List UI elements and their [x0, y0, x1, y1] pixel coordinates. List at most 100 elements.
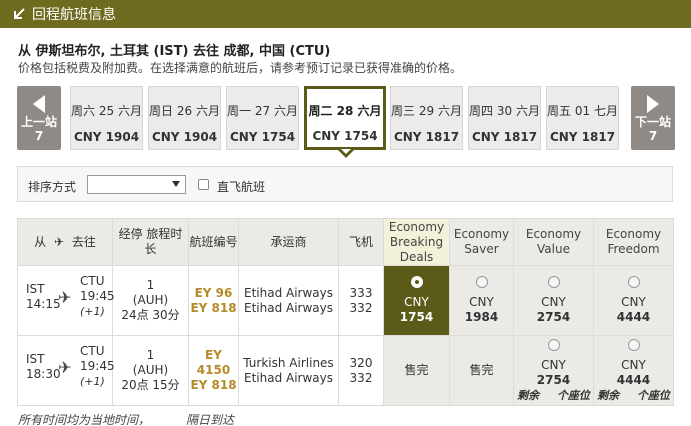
day-tab[interactable]: 周六 25 六月 CNY 1904 — [70, 86, 143, 150]
fare-option[interactable]: CNY 1984 — [449, 265, 514, 336]
carrier-name: Etihad Airways — [243, 370, 333, 385]
day-date: 周四 30 六月 — [469, 104, 540, 118]
seats-unit-label: 个座位 — [636, 388, 670, 402]
aircraft-cell: 333 332 — [338, 265, 384, 336]
prev-week-button[interactable]: 上一站 7 — [17, 86, 61, 150]
arr-airport: CTU — [80, 273, 105, 288]
next-week-button[interactable]: 下一站 7 — [631, 86, 675, 150]
next-week-label: 下一站 — [634, 115, 671, 129]
day-price: CNY 1904 — [73, 130, 140, 144]
aircraft-type: 333 — [349, 285, 373, 300]
section-title: 回程航班信息 — [32, 7, 116, 23]
arr-time: 19:45 — [80, 288, 115, 303]
day-tab-selected[interactable]: 周二 28 六月 CNY 1754 — [304, 86, 386, 150]
flight-no-link[interactable]: EY 4150 — [197, 348, 230, 377]
flight-no-cell: EY 4150 EY 818 — [188, 335, 239, 406]
fare-radio[interactable] — [627, 276, 640, 288]
day-date: 周五 01 七月 — [547, 104, 618, 118]
fare-price: 1984 — [464, 310, 499, 324]
fare-radio[interactable] — [475, 276, 488, 288]
fare-currency: CNY — [621, 295, 646, 309]
footnote-local-time: 所有时间均为当地时间， — [18, 413, 151, 426]
col-from: 从 — [34, 234, 47, 249]
sold-out-label: 售完 — [404, 363, 429, 377]
arrow-right-icon — [647, 95, 659, 113]
duration: 24点 30分 — [121, 308, 180, 322]
carrier-name: Etihad Airways — [243, 285, 333, 300]
fare-currency: CNY — [621, 357, 646, 372]
day-tab[interactable]: 周日 26 六月 CNY 1904 — [148, 86, 221, 150]
aircraft-cell: 320 332 — [338, 335, 384, 406]
nonstop-checkbox[interactable] — [198, 179, 209, 190]
seats-left-label: 剩余 — [597, 388, 620, 402]
fare-price: 2754 — [536, 372, 571, 387]
seats-unit-label: 个座位 — [556, 388, 590, 402]
aircraft-type: 320 — [349, 355, 373, 370]
dep-airport: IST — [26, 351, 45, 366]
dep-time: 18:30 — [26, 366, 61, 381]
fare-currency: CNY — [541, 357, 566, 372]
fare-radio[interactable] — [547, 276, 560, 288]
stops-via: (AUH) — [132, 363, 169, 377]
table-row: IST 18:30 ✈ CTU 19:45 (+1) 1 (AUH) 20点 15分 … — [17, 335, 674, 406]
dep-time: 14:15 — [26, 296, 61, 311]
sort-select[interactable] — [87, 175, 186, 194]
day-tab[interactable]: 周一 27 六月 CNY 1754 — [226, 86, 299, 150]
flight-no-link[interactable]: EY 818 — [190, 378, 236, 392]
day-tab[interactable]: 周四 30 六月 CNY 1817 — [468, 86, 541, 150]
fare-option-selected[interactable]: CNY 1754 — [383, 265, 450, 336]
arr-time: 19:45 — [80, 358, 115, 373]
fare-option[interactable]: CNY 4444 剩余 个座位 — [593, 335, 674, 406]
fare-currency: CNY — [541, 295, 566, 309]
col-to: 去往 — [71, 234, 96, 249]
col-flight-no: 航班编号 — [188, 218, 239, 266]
fare-price: 4444 — [616, 310, 651, 324]
dep-airport: IST — [26, 281, 45, 296]
fare-sold-out: 售完 — [383, 335, 450, 406]
col-fare-freedom: Economy Freedom — [593, 218, 674, 266]
stops-cell: 1 (AUH) 20点 15分 — [112, 335, 189, 406]
fare-radio[interactable] — [547, 338, 560, 351]
prev-week-label: 上一站 — [20, 115, 57, 129]
from-to-cell: IST 14:15 ✈ CTU 19:45 (+1) — [17, 265, 115, 336]
col-stops: 经停 旅程时长 — [112, 218, 189, 266]
carrier-cell: Etihad Airways Etihad Airways — [238, 265, 339, 336]
day-price: CNY 1754 — [312, 129, 378, 143]
flights-table: 从 ✈ 去往 经停 旅程时长 航班编号 承运商 飞机 Economy Break… — [17, 218, 674, 406]
day-price: CNY 1817 — [471, 130, 538, 144]
from-to-cell: IST 18:30 ✈ CTU 19:45 (+1) — [17, 335, 115, 406]
fare-option[interactable]: CNY 2754 — [513, 265, 594, 336]
col-fare-breaking-deals: Economy Breaking Deals — [383, 218, 450, 266]
route-heading: 从 伊斯坦布尔, 土耳其 (IST) 去往 成都, 中国 (CTU) — [18, 44, 331, 59]
fare-sold-out: 售完 — [449, 335, 514, 406]
prev-week-count: 7 — [34, 129, 44, 143]
day-tab[interactable]: 周三 29 六月 CNY 1817 — [390, 86, 463, 150]
fare-option[interactable]: CNY 4444 — [593, 265, 674, 336]
duration: 20点 15分 — [121, 378, 180, 392]
flight-no-link[interactable]: EY 96 — [195, 286, 233, 300]
col-aircraft: 飞机 — [338, 218, 384, 266]
col-carrier: 承运商 — [238, 218, 339, 266]
arrow-down-left-icon — [12, 7, 26, 21]
carrier-cell: Turkish Airlines Etihad Airways — [238, 335, 339, 406]
sort-label: 排序方式 — [28, 180, 77, 194]
plane-icon: ✈ — [53, 234, 65, 249]
flight-no-cell: EY 96 EY 818 — [188, 265, 239, 336]
sort-bar: 排序方式 直飞航班 — [17, 166, 673, 202]
stops-count: 1 — [146, 278, 155, 292]
day-price: CNY 1817 — [549, 130, 616, 144]
sold-out-label: 售完 — [469, 363, 494, 377]
aircraft-type: 332 — [349, 300, 373, 315]
carrier-name: Turkish Airlines — [243, 355, 334, 370]
flight-no-link[interactable]: EY 818 — [190, 301, 236, 315]
stops-via: (AUH) — [132, 293, 169, 307]
day-price: CNY 1817 — [393, 130, 460, 144]
fare-price: 2754 — [536, 310, 571, 324]
fare-option[interactable]: CNY 2754 剩余 个座位 — [513, 335, 594, 406]
day-tab[interactable]: 周五 01 七月 CNY 1817 — [546, 86, 619, 150]
fare-radio[interactable] — [627, 338, 640, 351]
fare-radio[interactable] — [410, 276, 423, 288]
fare-currency: CNY — [469, 295, 494, 309]
chevron-down-icon — [172, 181, 180, 187]
arr-airport: CTU — [80, 343, 105, 358]
